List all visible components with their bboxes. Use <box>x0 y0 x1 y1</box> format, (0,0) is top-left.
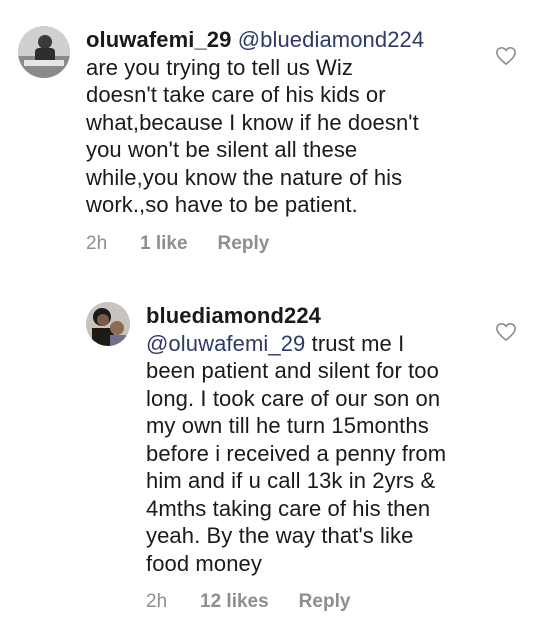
comment-line: him and if u call 13k in 2yrs & <box>146 468 436 493</box>
comment-line: you won't be silent all these <box>86 137 358 162</box>
comment-likes-count[interactable]: 12 likes <box>200 591 269 613</box>
avatar-bluediamond[interactable] <box>86 302 130 346</box>
comment-line: are you trying to tell us Wiz <box>86 54 353 80</box>
comment-meta: 2h 12 likes Reply <box>146 591 486 613</box>
comment-mention[interactable]: @bluediamond224 <box>238 27 425 52</box>
comment-line: before i received a penny from <box>146 440 447 466</box>
heart-outline-icon[interactable] <box>495 46 517 66</box>
comment-line: work.,so have to be patient. <box>86 192 358 217</box>
reply-button[interactable]: Reply <box>218 233 270 255</box>
comment-line: while,you know the nature of his <box>86 164 403 190</box>
comment-line: doesn't take care of his kids or <box>86 82 386 107</box>
heart-outline-icon[interactable] <box>495 322 517 342</box>
comment-oluwafemi: oluwafemi_29 @bluediamond224 are you try… <box>18 26 506 255</box>
reply-button[interactable]: Reply <box>299 591 351 613</box>
comment-text: oluwafemi_29 @bluediamond224 are you try… <box>86 26 506 219</box>
comment-line: food money <box>146 550 262 576</box>
comment-line: my own till he turn 15months <box>146 413 429 438</box>
comment-text: bluediamond224 @oluwafemi_29 trust me I … <box>146 302 486 577</box>
comment-username[interactable]: bluediamond224 <box>146 303 321 328</box>
comment-line: long. I took care of our son on <box>146 385 441 411</box>
comment-line: yeah. By the way that's like <box>146 523 414 548</box>
comment-time: 2h <box>86 232 108 254</box>
comment-mention[interactable]: @oluwafemi_29 <box>146 331 305 356</box>
comment-line: been patient and silent for too <box>146 358 439 383</box>
comment-likes-count[interactable]: 1 like <box>140 233 188 255</box>
avatar-oluwafemi[interactable] <box>18 26 70 78</box>
comment-username[interactable]: oluwafemi_29 <box>86 27 231 52</box>
comment-meta: 2h 1 like Reply <box>86 233 506 255</box>
comment-time: 2h <box>146 591 168 612</box>
comment-bluediamond: bluediamond224 @oluwafemi_29 trust me I … <box>86 302 486 613</box>
comment-body: bluediamond224 @oluwafemi_29 trust me I … <box>146 302 486 613</box>
comment-line: what,because I know if he doesn't <box>86 109 419 135</box>
comment-body: oluwafemi_29 @bluediamond224 are you try… <box>86 26 506 255</box>
comment-line: 4mths taking care of his then <box>146 495 431 521</box>
comment-line: trust me I <box>311 330 405 356</box>
